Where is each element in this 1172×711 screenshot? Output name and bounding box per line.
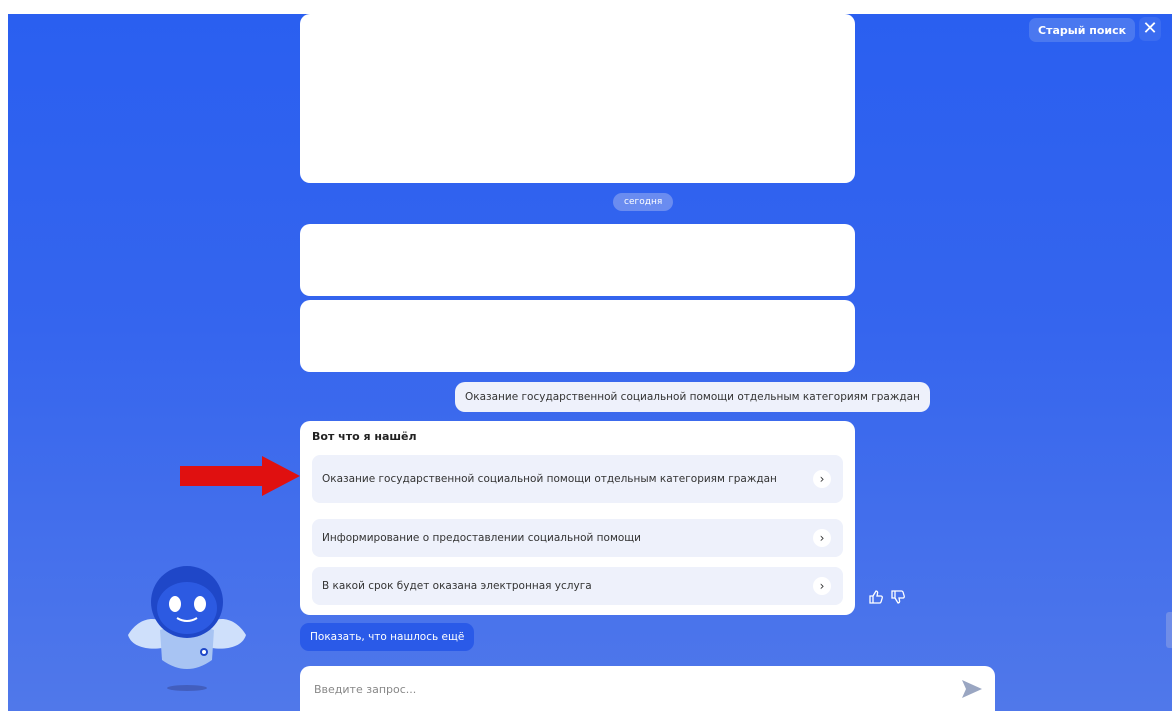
thumbs-up-icon[interactable] [868, 589, 884, 605]
robot-assistant-avatar [128, 566, 246, 691]
message-card [300, 224, 855, 296]
thumbs-down-icon[interactable] [890, 589, 906, 605]
result-item[interactable]: Информирование о предоставлении социальн… [312, 519, 843, 557]
query-input[interactable] [312, 678, 936, 700]
message-card [300, 300, 855, 372]
feedback-controls [868, 589, 906, 605]
chevron-right-icon: › [813, 470, 831, 488]
results-title: Вот что я нашёл [312, 430, 417, 443]
chevron-right-icon: › [813, 577, 831, 595]
result-item-label: Информирование о предоставлении социальн… [322, 531, 641, 544]
results-card: Вот что я нашёл Оказание государственной… [300, 421, 855, 615]
date-separator: сегодня [613, 193, 674, 211]
scroll-handle[interactable] [1166, 612, 1172, 648]
user-message: Оказание государственной социальной помо… [455, 382, 930, 412]
result-item-label: Оказание государственной социальной помо… [322, 472, 777, 485]
result-item[interactable]: Оказание государственной социальной помо… [312, 455, 843, 503]
message-card [300, 14, 855, 183]
chevron-right-icon: › [813, 529, 831, 547]
query-input-bar [300, 666, 995, 711]
close-icon: ✕ [1142, 18, 1158, 39]
result-item[interactable]: В какой срок будет оказана электронная у… [312, 567, 843, 605]
close-button[interactable]: ✕ [1139, 17, 1161, 41]
red-arrow-annotation [180, 456, 300, 496]
old-search-button[interactable]: Старый поиск [1029, 18, 1136, 42]
send-icon[interactable] [960, 677, 984, 701]
show-more-button[interactable]: Показать, что нашлось ещё [300, 623, 475, 651]
result-item-label: В какой срок будет оказана электронная у… [322, 579, 592, 592]
